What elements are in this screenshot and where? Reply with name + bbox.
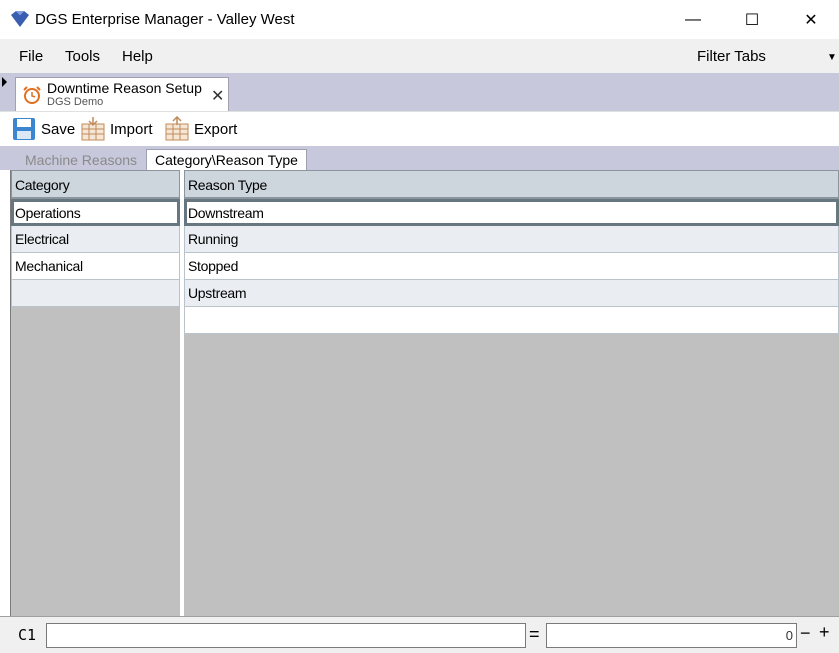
export-button[interactable]: Export — [164, 116, 237, 142]
minimize-button[interactable]: — — [663, 0, 723, 39]
formula-bar: C1 = 0 − + — [0, 616, 839, 653]
toolbar: Save Import Export — [0, 111, 839, 146]
cell-reference: C1 — [18, 626, 37, 644]
close-button[interactable]: ✕ — [781, 0, 839, 39]
reason-type-column-header[interactable]: Reason Type — [184, 170, 839, 199]
alarm-clock-icon — [23, 86, 41, 104]
category-column-header[interactable]: Category — [11, 170, 180, 199]
export-table-icon — [165, 116, 189, 141]
tab-category-reason-type[interactable]: Category\Reason Type — [146, 149, 307, 170]
maximize-button[interactable]: ☐ — [722, 0, 782, 39]
inner-tab-strip: Machine Reasons Category\Reason Type — [0, 146, 839, 170]
equals-sign: = — [529, 624, 540, 644]
decrement-button[interactable]: − — [800, 623, 811, 644]
document-tab-strip: Downtime Reason Setup DGS Demo ✕ — [0, 73, 839, 112]
new-row[interactable] — [11, 280, 180, 307]
export-label: Export — [194, 120, 238, 138]
table-row[interactable]: Downstream — [184, 199, 839, 226]
app-logo-icon — [11, 11, 29, 27]
table-row[interactable]: Upstream — [184, 280, 839, 307]
table-row[interactable]: Running — [184, 226, 839, 253]
tab-title: Downtime Reason Setup — [47, 80, 202, 96]
table-row[interactable]: Stopped — [184, 253, 839, 280]
tab-downtime-reason-setup[interactable]: Downtime Reason Setup DGS Demo ✕ — [15, 77, 229, 112]
import-table-icon — [81, 117, 105, 141]
new-row[interactable] — [184, 307, 839, 334]
save-button[interactable]: Save — [11, 116, 75, 142]
tab-scroll-arrow-icon[interactable] — [2, 77, 7, 87]
floppy-disk-icon — [13, 118, 35, 140]
table-row[interactable]: Electrical — [11, 226, 180, 253]
window-title: DGS Enterprise Manager - Valley West — [35, 11, 295, 28]
save-label: Save — [41, 120, 76, 138]
tab-machine-reasons[interactable]: Machine Reasons — [17, 150, 145, 170]
maximize-icon: ☐ — [744, 11, 760, 29]
import-label: Import — [110, 120, 153, 138]
value-field[interactable]: 0 — [546, 623, 797, 648]
tab-close-icon[interactable]: ✕ — [211, 86, 224, 106]
table-row[interactable]: Operations — [11, 199, 180, 226]
table-row[interactable]: Mechanical — [11, 253, 180, 280]
menu-tools[interactable]: Tools — [65, 48, 100, 65]
menu-file[interactable]: File — [19, 48, 43, 65]
chevron-down-icon[interactable]: ▼ — [827, 52, 837, 63]
reason-type-grid: Reason Type Downstream Running Stopped U… — [184, 170, 839, 334]
category-grid: Category Operations Electrical Mechanica… — [11, 170, 180, 307]
increment-button[interactable]: + — [819, 622, 830, 643]
menu-bar: File Tools Help Filter Tabs ▼ — [0, 39, 839, 73]
tab-subtitle: DGS Demo — [47, 96, 104, 108]
import-button[interactable]: Import — [80, 116, 153, 142]
title-bar: DGS Enterprise Manager - Valley West — ☐… — [0, 0, 839, 39]
filter-tabs-dropdown[interactable]: Filter Tabs — [697, 48, 766, 65]
minimize-icon: — — [685, 10, 701, 28]
close-icon: ✕ — [804, 11, 818, 29]
formula-input[interactable] — [46, 623, 526, 648]
menu-help[interactable]: Help — [122, 48, 153, 65]
